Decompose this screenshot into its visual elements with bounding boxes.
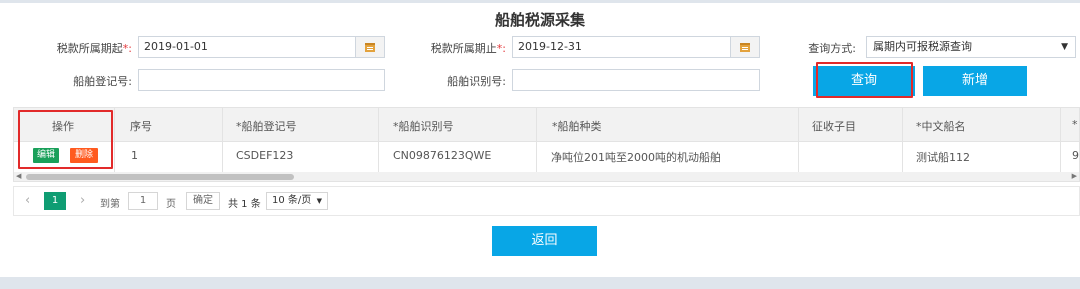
header-index: 序号 (130, 120, 152, 133)
column-divider (902, 108, 903, 172)
id-no-label: 船舶识别号: (447, 75, 506, 88)
next-page-icon[interactable]: › (80, 193, 85, 208)
column-divider (536, 108, 537, 172)
row-id-no: CN09876123QWE (393, 149, 492, 162)
reg-no-input[interactable] (138, 69, 385, 91)
column-divider (1060, 108, 1061, 172)
header-cn-name: *中文船名 (916, 120, 966, 133)
query-method-value: 属期内可报税源查询 (873, 40, 972, 53)
page-unit-label: 页 (166, 199, 176, 210)
end-date-label: 税款所属期止*: (396, 40, 506, 56)
column-divider (378, 108, 379, 172)
row-reg-no: CSDEF123 (236, 149, 294, 162)
pagination: ‹ 1 › 到第 1 页 确定 共 1 条 10 条/页 ▼ (13, 186, 1080, 216)
header-id-no: *船舶识别号 (393, 120, 454, 133)
scroll-right-icon[interactable]: ▶ (1072, 172, 1077, 180)
actions-highlight-box (18, 110, 113, 169)
goto-label: 到第 (100, 199, 120, 210)
start-date-label: 税款所属期起*: (20, 40, 132, 56)
row-index: 1 (131, 149, 138, 162)
horizontal-scrollbar[interactable]: ◀ ▶ (14, 172, 1079, 181)
confirm-button[interactable]: 确定 (186, 192, 220, 210)
calendar-icon[interactable] (730, 37, 759, 57)
header-ship-type: *船舶种类 (552, 120, 602, 133)
total-count: 共 1 条 (228, 199, 261, 210)
required-mark: *: (496, 42, 506, 55)
column-divider (798, 108, 799, 172)
required-mark: *: (122, 42, 132, 55)
page-title: 船舶税源采集 (494, 11, 585, 29)
end-date-input[interactable]: 2019-12-31 (512, 36, 760, 58)
header-subitem: 征收子目 (812, 120, 856, 133)
page-input[interactable]: 1 (128, 192, 158, 210)
per-page-value: 10 条/页 (272, 195, 312, 206)
dropdown-arrow-icon: ▼ (316, 197, 322, 205)
start-date-value: 2019-01-01 (144, 40, 208, 53)
prev-page-icon[interactable]: ‹ (25, 193, 30, 208)
column-divider (222, 108, 223, 172)
end-date-value: 2019-12-31 (518, 40, 582, 53)
top-border (0, 0, 1080, 3)
column-divider (114, 108, 115, 172)
back-button[interactable]: 返回 (492, 226, 597, 256)
start-date-label-text: 税款所属期起 (56, 42, 123, 55)
dropdown-arrow-icon: ▼ (1061, 42, 1068, 52)
row-cn-name: 测试船112 (916, 151, 970, 164)
row-ship-type: 净吨位201吨至2000吨的机动船舶 (551, 151, 721, 164)
query-method-select[interactable]: 属期内可报税源查询 ▼ (866, 36, 1076, 58)
ship-table: 操作 序号 *船舶登记号 *船舶识别号 *船舶种类 征收子目 *中文船名 * 编… (13, 107, 1080, 182)
scroll-left-icon[interactable]: ◀ (16, 172, 21, 180)
row-overflow: 9 (1072, 149, 1079, 162)
reg-no-label: 船舶登记号: (73, 75, 132, 88)
header-overflow: * (1072, 118, 1078, 131)
calendar-icon[interactable] (355, 37, 384, 57)
per-page-select[interactable]: 10 条/页 ▼ (266, 192, 328, 210)
query-highlight-box (816, 62, 913, 98)
footer-bar (0, 277, 1080, 289)
id-no-input[interactable] (512, 69, 760, 91)
header-reg-no: *船舶登记号 (236, 120, 297, 133)
add-button[interactable]: 新增 (923, 66, 1027, 96)
end-date-label-text: 税款所属期止 (430, 42, 497, 55)
start-date-input[interactable]: 2019-01-01 (138, 36, 385, 58)
page-number-current[interactable]: 1 (44, 192, 66, 210)
query-method-label: 查询方式: (808, 42, 856, 55)
scrollbar-thumb[interactable] (26, 174, 294, 180)
